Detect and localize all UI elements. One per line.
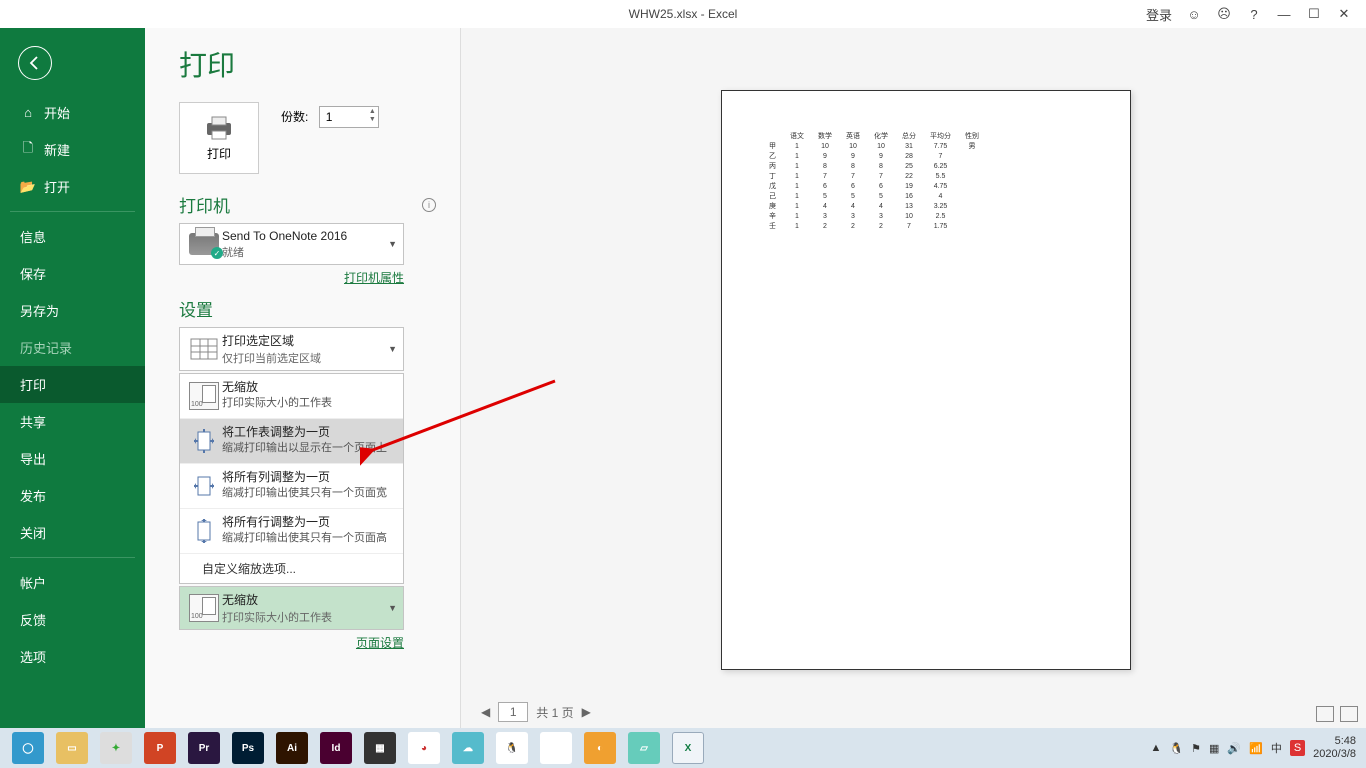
chevron-down-icon: ▼ xyxy=(388,239,397,249)
preview-page: 语文数学英语化学总分平均分性别甲1101010317.75男乙1999287丙1… xyxy=(721,90,1131,670)
sidebar-item-export[interactable]: 导出 xyxy=(0,440,145,477)
print-area-dropdown[interactable]: 打印选定区域 仅打印当前选定区域 ▼ xyxy=(179,327,404,371)
copies-label: 份数: xyxy=(281,110,308,124)
window-title: WHW25.xlsx - Excel xyxy=(629,7,738,21)
close-button[interactable]: ✕ xyxy=(1336,6,1352,22)
taskbar-explorer-icon[interactable]: ▭ xyxy=(56,732,88,764)
tray-volume-icon[interactable]: 🔊 xyxy=(1227,742,1241,755)
taskbar-clock[interactable]: 5:48 2020/3/8 xyxy=(1313,735,1356,761)
show-margins-button[interactable] xyxy=(1316,706,1334,722)
sidebar-item-history[interactable]: 历史记录 xyxy=(0,329,145,366)
taskbar-app3-icon[interactable]: ☁ xyxy=(452,732,484,764)
fit-rows-icon xyxy=(189,517,219,545)
printer-icon xyxy=(203,115,235,141)
sidebar-item-close[interactable]: 关闭 xyxy=(0,514,145,551)
tray-sogou-icon[interactable]: S xyxy=(1290,740,1305,756)
taskbar-indesign-icon[interactable]: Id xyxy=(320,732,352,764)
taskbar-app5-icon[interactable]: ▱ xyxy=(628,732,660,764)
fit-page-icon xyxy=(189,427,219,455)
taskbar-premiere-icon[interactable]: Pr xyxy=(188,732,220,764)
no-scale-icon: 100 xyxy=(189,382,219,410)
printer-properties-link[interactable]: 打印机属性 xyxy=(344,271,404,285)
spinner-icon[interactable]: ▲▼ xyxy=(369,108,376,124)
grid-icon xyxy=(190,338,218,360)
maximize-button[interactable]: ☐ xyxy=(1306,6,1322,22)
sidebar-item-open[interactable]: 📂打开 xyxy=(0,168,145,205)
feedback-frown-icon[interactable]: ☹ xyxy=(1216,6,1232,22)
tray-security-icon[interactable]: ⚑ xyxy=(1191,742,1201,755)
scale-dropdown[interactable]: 100 无缩放 打印实际大小的工作表 ▼ xyxy=(179,586,404,630)
page-number-input[interactable]: 1 xyxy=(498,702,528,722)
taskbar: ◯ ▭ ✦ P Pr Ps Ai Id ▦ ◕ ☁ 🐧 ◉ ◐ ▱ X ▲ 🐧 … xyxy=(0,728,1366,768)
tray-network-icon[interactable]: 📶 xyxy=(1249,742,1263,755)
tray-expand-icon[interactable]: ▲ xyxy=(1151,742,1162,754)
print-button[interactable]: 打印 xyxy=(179,102,259,174)
tray-input-icon[interactable]: ▦ xyxy=(1209,742,1219,755)
sidebar-item-info[interactable]: 信息 xyxy=(0,218,145,255)
taskbar-browser-icon[interactable]: ◯ xyxy=(12,732,44,764)
scale-option-1[interactable]: 将工作表调整为一页缩减打印输出以显示在一个页面上 xyxy=(180,419,403,464)
prev-page-button[interactable]: ◀ xyxy=(481,705,490,719)
info-icon[interactable]: i xyxy=(422,198,436,212)
sidebar-item-new[interactable]: 🗋新建 xyxy=(0,131,145,168)
print-preview: 语文数学英语化学总分平均分性别甲1101010317.75男乙1999287丙1… xyxy=(460,28,1366,728)
login-button[interactable]: 登录 xyxy=(1146,5,1172,24)
scale-option-0[interactable]: 100无缩放打印实际大小的工作表 xyxy=(180,374,403,419)
next-page-button[interactable]: ▶ xyxy=(582,705,591,719)
page-title: 打印 xyxy=(179,44,436,84)
settings-section-title: 设置 xyxy=(179,296,213,321)
sidebar-item-feedback[interactable]: 反馈 xyxy=(0,601,145,638)
chevron-down-icon: ▼ xyxy=(388,344,397,354)
sidebar-item-account[interactable]: 帐户 xyxy=(0,564,145,601)
taskbar-qq-icon[interactable]: 🐧 xyxy=(496,732,528,764)
scale-options-list: 100无缩放打印实际大小的工作表将工作表调整为一页缩减打印输出以显示在一个页面上… xyxy=(179,373,404,584)
preview-content: 语文数学英语化学总分平均分性别甲1101010317.75男乙1999287丙1… xyxy=(762,131,986,231)
zoom-to-page-button[interactable] xyxy=(1340,706,1358,722)
page-total: 共 1 页 xyxy=(536,704,573,721)
printer-dropdown[interactable]: ✓ Send To OneNote 2016 就绪 ▼ xyxy=(179,223,404,265)
scale-option-3[interactable]: 将所有行调整为一页缩减打印输出使其只有一个页面高 xyxy=(180,509,403,554)
tray-qq-icon[interactable]: 🐧 xyxy=(1169,742,1183,755)
minimize-button[interactable]: — xyxy=(1276,6,1292,22)
sidebar-item-share[interactable]: 共享 xyxy=(0,403,145,440)
help-button[interactable]: ? xyxy=(1246,6,1262,22)
fit-cols-icon xyxy=(189,472,219,500)
taskbar-illustrator-icon[interactable]: Ai xyxy=(276,732,308,764)
print-panel: 打印 打印 份数: 1 ▲▼ 打印机 i ✓ xyxy=(145,28,460,728)
taskbar-powerpoint-icon[interactable]: P xyxy=(144,732,176,764)
sidebar-item-publish[interactable]: 发布 xyxy=(0,477,145,514)
taskbar-app1-icon[interactable]: ▦ xyxy=(364,732,396,764)
sidebar-item-options[interactable]: 选项 xyxy=(0,638,145,675)
sidebar-item-print[interactable]: 打印 xyxy=(0,366,145,403)
no-scale-icon: 100 xyxy=(189,594,219,622)
copies-input[interactable]: 1 ▲▼ xyxy=(319,106,379,128)
back-button[interactable] xyxy=(18,46,52,80)
custom-scale-option[interactable]: 自定义缩放选项... xyxy=(180,554,403,583)
page-setup-link[interactable]: 页面设置 xyxy=(356,636,404,650)
printer-section-title: 打印机 xyxy=(179,192,230,217)
taskbar-photoshop-icon[interactable]: Ps xyxy=(232,732,264,764)
chevron-down-icon: ▼ xyxy=(388,603,397,613)
taskbar-app2-icon[interactable]: ◕ xyxy=(408,732,440,764)
taskbar-excel-icon[interactable]: X xyxy=(672,732,704,764)
taskbar-chrome-icon[interactable]: ◉ xyxy=(540,732,572,764)
open-icon: 📂 xyxy=(20,179,36,195)
sidebar-item-home[interactable]: ⌂开始 xyxy=(0,94,145,131)
tray-ime-icon[interactable]: 中 xyxy=(1271,740,1282,756)
sidebar-item-saveas[interactable]: 另存为 xyxy=(0,292,145,329)
new-icon: 🗋 xyxy=(20,142,36,158)
feedback-smile-icon[interactable]: ☺ xyxy=(1186,6,1202,22)
backstage-sidebar: ⌂开始 🗋新建 📂打开 信息 保存 另存为 历史记录 打印 共享 导出 发布 关… xyxy=(0,28,145,728)
sidebar-item-save[interactable]: 保存 xyxy=(0,255,145,292)
taskbar-wechat-icon[interactable]: ✦ xyxy=(100,732,132,764)
scale-option-2[interactable]: 将所有列调整为一页缩减打印输出使其只有一个页面宽 xyxy=(180,464,403,509)
taskbar-app4-icon[interactable]: ◐ xyxy=(584,732,616,764)
window-titlebar: WHW25.xlsx - Excel 登录 ☺ ☹ ? — ☐ ✕ xyxy=(0,0,1366,28)
home-icon: ⌂ xyxy=(20,105,36,121)
printer-device-icon: ✓ xyxy=(189,233,219,255)
